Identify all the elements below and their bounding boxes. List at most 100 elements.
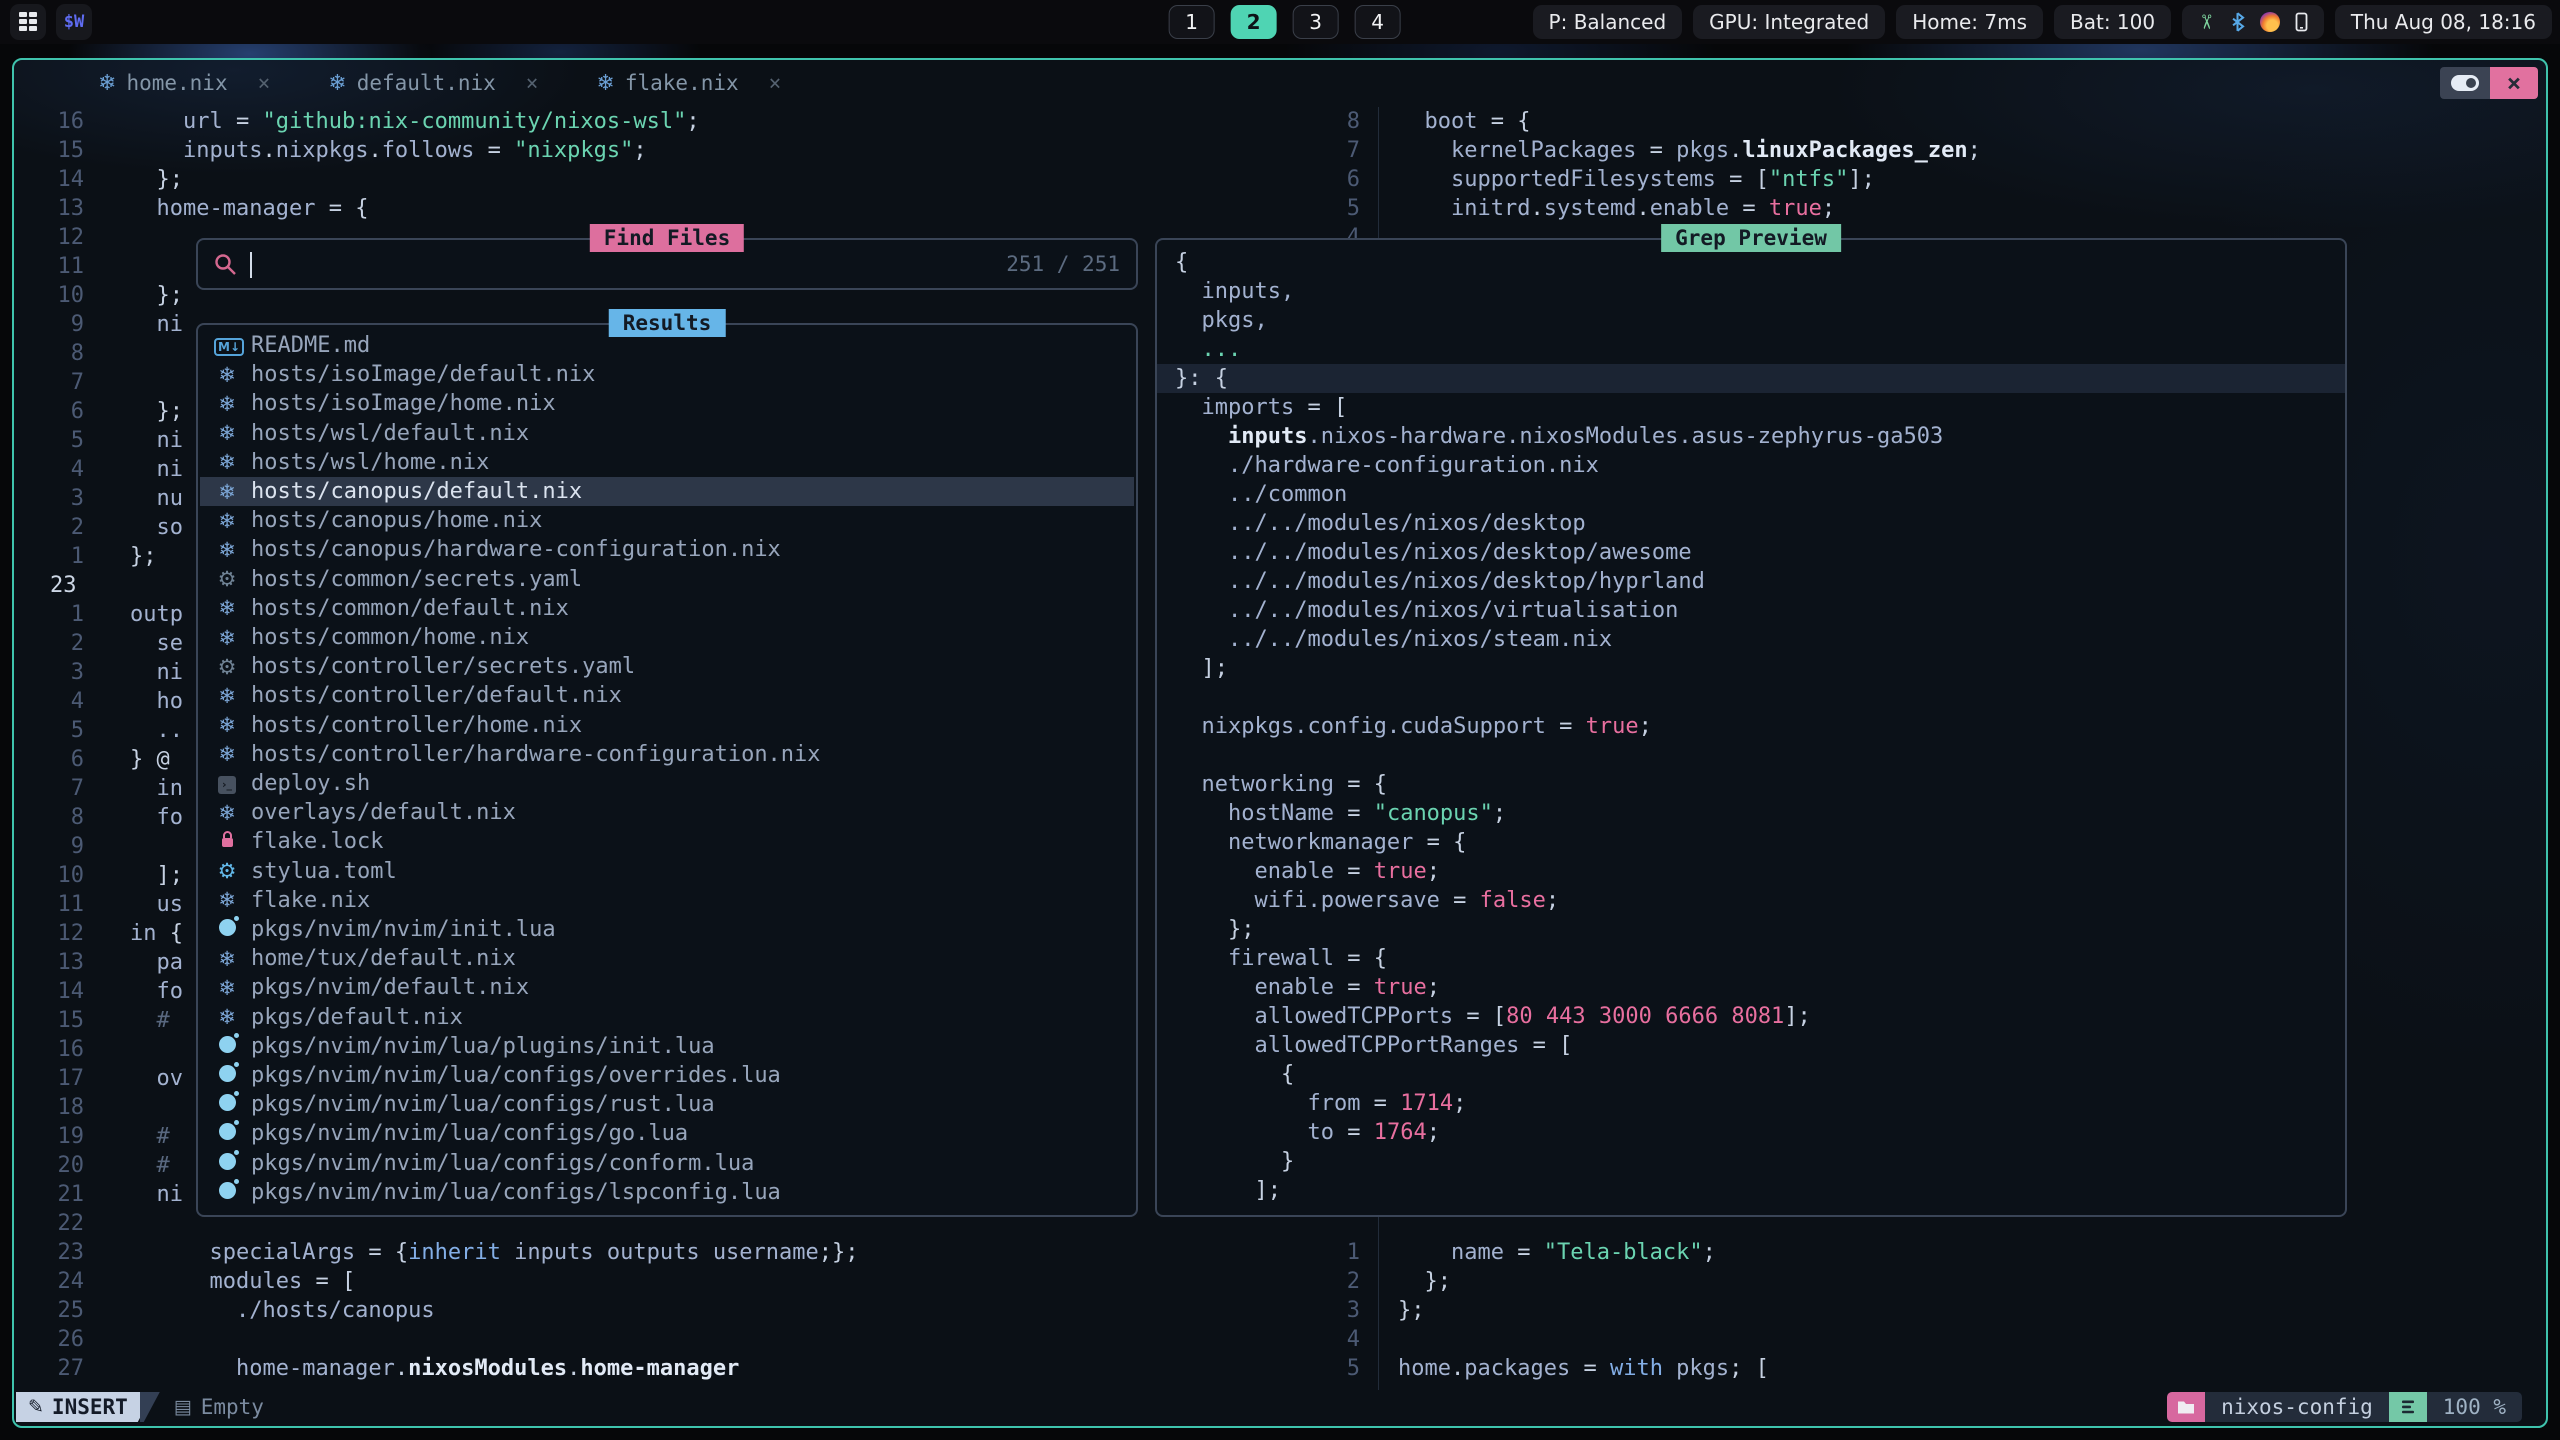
preview-line: ../../modules/nixos/virtualisation [1157, 596, 2345, 625]
window-close-button[interactable]: × [2490, 67, 2538, 99]
line-number: 3 [14, 484, 84, 513]
tab-flake.nix[interactable]: ❄flake.nix× [596, 71, 781, 96]
preview-line: hostName = "canopus"; [1157, 799, 2345, 828]
line-number: 1 [1296, 1238, 1360, 1267]
preview-line: ../common [1157, 480, 2345, 509]
line-number: 13 [14, 948, 84, 977]
scissors-tray-icon[interactable]: ✂ [2194, 14, 2218, 31]
tab-label: default.nix [357, 71, 496, 95]
terminal-icon: ›_ [214, 773, 240, 794]
file-result[interactable]: pkgs/nvim/nvim/lua/configs/rust.lua [200, 1090, 1134, 1119]
preview-line: wifi.powersave = false; [1157, 886, 2345, 915]
statusline-right-group: nixos-config 100 % [2167, 1392, 2522, 1422]
file-result[interactable]: flake.lock [200, 827, 1134, 856]
project-name: nixos-config [2205, 1392, 2389, 1422]
bluetooth-icon[interactable] [2230, 12, 2245, 32]
lua-icon [214, 919, 240, 940]
tab-close-icon[interactable]: × [526, 71, 539, 95]
window-manager-button[interactable]: $W [56, 4, 92, 40]
file-result-label: pkgs/nvim/nvim/lua/configs/overrides.lua [251, 1063, 781, 1088]
tab-default.nix[interactable]: ❄ default.nix × [328, 71, 538, 96]
workspace-button-1[interactable]: 1 [1169, 5, 1215, 39]
code-line: 4 [14, 1325, 2546, 1354]
file-result[interactable]: ❄hosts/common/home.nix [200, 623, 1134, 652]
preview-line [1157, 741, 2345, 770]
workspace-button-3[interactable]: 3 [1293, 5, 1339, 39]
power-profile-module[interactable]: P: Balanced [1533, 5, 1683, 39]
preview-line: to = 1764; [1157, 1118, 2345, 1147]
line-text: ov [130, 1064, 183, 1093]
file-result-label: hosts/wsl/default.nix [251, 421, 529, 446]
file-result[interactable]: ❄pkgs/nvim/default.nix [200, 973, 1134, 1002]
gear-icon: ⚙ [214, 655, 240, 679]
tab-close-icon[interactable]: × [258, 71, 271, 95]
file-result[interactable]: ❄overlays/default.nix [200, 798, 1134, 827]
file-result[interactable]: pkgs/nvim/nvim/lua/plugins/init.lua [200, 1032, 1134, 1061]
workspace-button-4[interactable]: 4 [1355, 5, 1401, 39]
lua-icon [214, 1036, 240, 1057]
file-result[interactable]: ❄hosts/common/default.nix [200, 594, 1134, 623]
file-result[interactable]: ⚙hosts/controller/secrets.yaml [200, 652, 1134, 681]
lua-icon [214, 1065, 240, 1086]
file-result[interactable]: ❄hosts/canopus/hardware-configuration.ni… [200, 535, 1134, 564]
project-badge [2167, 1392, 2205, 1422]
file-result[interactable]: ⚙hosts/common/secrets.yaml [200, 565, 1134, 594]
app-launcher-button[interactable] [10, 4, 46, 40]
code-line: 5home.packages = with pkgs; [ [14, 1354, 2546, 1383]
flame-tray-icon[interactable] [2260, 12, 2280, 32]
preview-line: ../../modules/nixos/desktop [1157, 509, 2345, 538]
file-result-label: hosts/common/secrets.yaml [251, 567, 582, 592]
clock-module[interactable]: Thu Aug 08, 18:16 [2335, 5, 2552, 39]
file-result[interactable]: ⚙stylua.toml [200, 857, 1134, 886]
line-text: fo [130, 977, 183, 1006]
workspace-switcher: 1234 [1169, 5, 1401, 39]
file-result[interactable]: ❄hosts/wsl/home.nix [200, 448, 1134, 477]
file-result[interactable]: ❄flake.nix [200, 886, 1134, 915]
battery-module[interactable]: Bat: 100 [2054, 5, 2171, 39]
file-result[interactable]: pkgs/nvim/nvim/init.lua [200, 915, 1134, 944]
line-number: 11 [14, 252, 84, 281]
picker-preview-box: { inputs, pkgs, ...}: { imports = [ inpu… [1155, 238, 2347, 1217]
line-text: initrd.systemd.enable = true; [1398, 194, 1835, 223]
nix-icon: ❄ [214, 392, 240, 416]
gearblue-icon: ⚙ [214, 859, 240, 883]
ping-module[interactable]: Home: 7ms [1896, 5, 2043, 39]
file-result[interactable]: ›_ deploy.sh [200, 769, 1134, 798]
file-result[interactable]: pkgs/nvim/nvim/lua/configs/conform.lua [200, 1149, 1134, 1178]
window-pin-toggle-button[interactable] [2440, 67, 2490, 99]
phone-icon[interactable] [2295, 12, 2308, 32]
file-result-label: pkgs/nvim/nvim/lua/configs/conform.lua [251, 1151, 754, 1176]
file-result[interactable]: pkgs/nvim/nvim/lua/configs/lspconfig.lua [200, 1178, 1134, 1207]
file-result-label: deploy.sh [251, 771, 370, 796]
toggle-icon [2451, 75, 2479, 91]
workspace-button-2[interactable]: 2 [1231, 5, 1277, 39]
nix-icon: ❄ [214, 801, 240, 825]
line-text: supportedFilesystems = ["ntfs"]; [1398, 165, 1875, 194]
tab-close-icon[interactable]: × [769, 71, 782, 95]
window-manager-icon: $W [64, 12, 84, 32]
file-result[interactable]: ❄hosts/wsl/default.nix [200, 419, 1134, 448]
file-result[interactable]: pkgs/nvim/nvim/lua/configs/go.lua [200, 1119, 1134, 1148]
file-result[interactable]: ❄hosts/controller/default.nix [200, 681, 1134, 710]
tab-home.nix[interactable]: ❄home.nix× [98, 71, 270, 96]
gpu-module[interactable]: GPU: Integrated [1693, 5, 1885, 39]
file-result[interactable]: ❄hosts/canopus/default.nix [200, 477, 1134, 506]
nix-snowflake-icon: ❄ [328, 71, 346, 96]
file-result[interactable]: ❄hosts/isoImage/default.nix [200, 360, 1134, 389]
file-result[interactable]: pkgs/nvim/nvim/lua/configs/overrides.lua [200, 1061, 1134, 1090]
line-text: }; [130, 281, 183, 310]
picker-title-badge: Find Files [590, 224, 744, 252]
file-result[interactable]: ❄hosts/isoImage/home.nix [200, 389, 1134, 418]
file-result[interactable]: ❄home/tux/default.nix [200, 944, 1134, 973]
preview-line: } [1157, 1147, 2345, 1176]
file-result[interactable]: ❄hosts/canopus/home.nix [200, 506, 1134, 535]
file-result[interactable]: ❄hosts/controller/hardware-configuration… [200, 740, 1134, 769]
file-result-label: pkgs/nvim/default.nix [251, 975, 529, 1000]
line-text: pa [130, 948, 183, 977]
markdown-icon: M↓ [214, 336, 240, 356]
file-result[interactable]: ❄hosts/controller/home.nix [200, 711, 1134, 740]
file-result[interactable]: ❄pkgs/default.nix [200, 1003, 1134, 1032]
nix-icon: ❄ [214, 509, 240, 533]
file-result-label: pkgs/nvim/nvim/lua/plugins/init.lua [251, 1034, 715, 1059]
line-text: }; [1398, 1267, 1451, 1296]
